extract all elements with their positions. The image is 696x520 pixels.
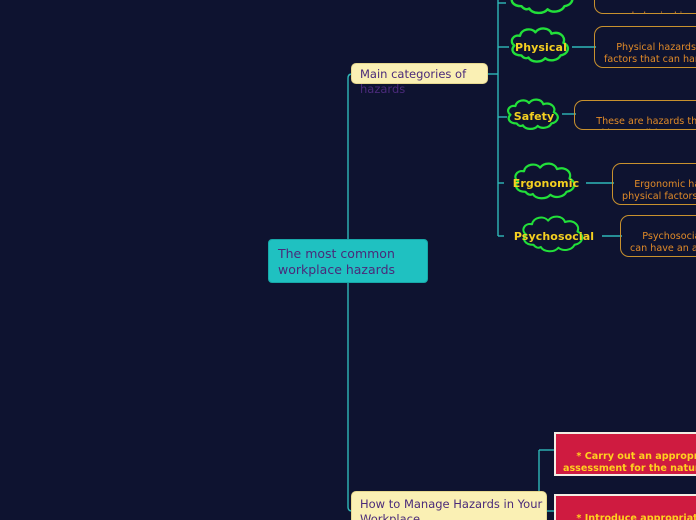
action-box-risk-assessment[interactable]: * Carry out an appropriate assessment fo… (554, 432, 696, 476)
cloud-node-safety[interactable]: Safety (503, 97, 565, 135)
topic-how-to-manage-label: How to Manage Hazards in Your Workplace (360, 497, 543, 520)
description-box-ergonomic-text: Ergonomic hazar physical factors t muscu… (622, 179, 696, 204)
mindmap-canvas[interactable]: The most common workplace hazards Main c… (0, 0, 696, 520)
cloud-node-clipped-top-label (504, 0, 582, 20)
action-box-risk-assessment-text: * Carry out an appropriate assessment fo… (563, 450, 696, 475)
cloud-node-physical[interactable]: Physical (505, 26, 577, 68)
cloud-node-physical-label: Physical (515, 40, 567, 54)
cloud-node-psychosocial-label: Psychosocial (513, 229, 595, 243)
action-box-control-measures-text: * Introduce appropriate con measures. (576, 512, 696, 520)
cloud-node-ergonomic[interactable]: Ergonomic (502, 161, 590, 205)
root-node-label: The most common workplace hazards (278, 246, 396, 277)
topic-main-categories-of-hazards[interactable]: Main categories of hazards (351, 63, 488, 96)
description-box-ergonomic[interactable]: Ergonomic hazar physical factors t muscu… (612, 163, 696, 205)
description-box-psychosocial[interactable]: Psychosocial can have an a employee's m (620, 215, 696, 257)
cloud-node-psychosocial[interactable]: Psychosocial (502, 214, 606, 258)
cloud-node-clipped-top[interactable] (504, 0, 582, 20)
topic-how-to-manage-hazards[interactable]: How to Manage Hazards in Your Workplace (351, 491, 547, 520)
description-box-psychosocial-text: Psychosocial can have an a employee's m (630, 231, 696, 256)
description-box-clipped-top-text: and physical impact (616, 11, 696, 13)
action-box-control-measures[interactable]: * Introduce appropriate con measures. (554, 494, 696, 520)
description-box-clipped-top[interactable]: and physical impact (594, 0, 696, 14)
description-box-safety[interactable]: These are hazards that c working conditi… (574, 100, 696, 130)
root-node[interactable]: The most common workplace hazards (268, 239, 428, 283)
description-box-safety-text: These are hazards that c working conditi… (584, 116, 696, 129)
cloud-node-safety-label: Safety (513, 109, 555, 123)
edge-root-to-manage (347, 283, 353, 512)
description-box-physical[interactable]: Physical hazards are factors that can ha… (594, 26, 696, 68)
description-box-physical-text: Physical hazards are factors that can ha… (604, 42, 696, 67)
edge-root-to-categories (347, 73, 353, 239)
cloud-node-ergonomic-label: Ergonomic (512, 176, 580, 190)
topic-main-categories-label: Main categories of hazards (360, 67, 467, 96)
